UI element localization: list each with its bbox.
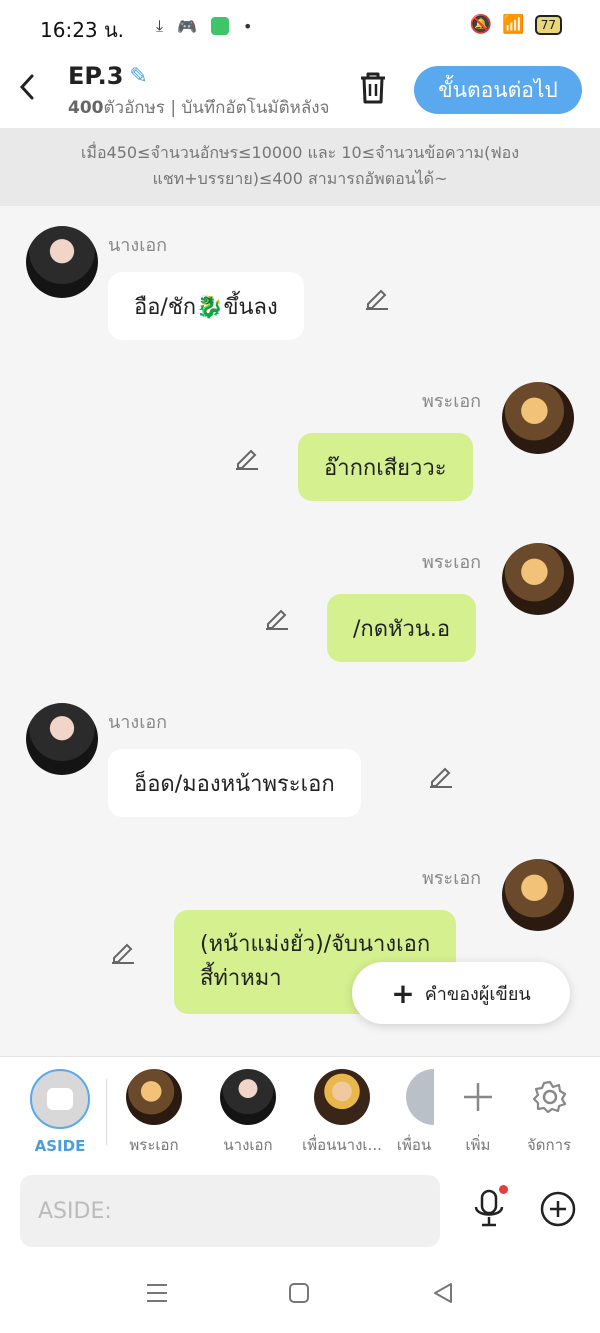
sender-name: พระเอก (422, 391, 482, 412)
avatar (126, 1069, 182, 1125)
back-nav-icon[interactable] (432, 1282, 454, 1310)
wifi-icon: 📶 (502, 14, 525, 35)
character-friend[interactable]: เพื่อน (394, 1069, 434, 1157)
plus-icon (450, 1069, 506, 1125)
manage-label: จัดการ (526, 1136, 572, 1154)
message-line: สี้ท่าหมา (200, 966, 282, 991)
notice-line-1: เมื่อ450≤จำนวนอักษร≤10000 และ 10≤จำนวนข้… (80, 143, 520, 162)
aside-icon (30, 1069, 90, 1129)
chat-area[interactable]: นางเอก อือ/ชัก🐉ขึ้นลง พระเอก อ๊ากกเสียวว… (0, 206, 600, 1056)
pencil-icon[interactable] (110, 938, 136, 964)
pencil-icon[interactable] (264, 604, 290, 630)
character-aside[interactable]: ASIDE (28, 1069, 92, 1155)
sender-name: นางเอก (108, 235, 168, 256)
pencil-icon[interactable] (364, 284, 390, 310)
title-block: EP.3 ✎ 400ตัวอักษร | บันทึกอัตโนมัติหลัง… (68, 62, 330, 121)
message-bubble[interactable]: อ็อด/มองหน้าพระเอก (108, 749, 361, 817)
input-bar (0, 1165, 600, 1260)
avatar[interactable] (502, 859, 574, 931)
menu-icon[interactable] (146, 1282, 168, 1310)
gamepad-icon: 🎮 (177, 16, 197, 36)
writer-note-label: คำของผู้เขียน (424, 983, 531, 1005)
next-step-button[interactable]: ขั้นตอนต่อไป (414, 66, 582, 114)
dot-icon: • (243, 16, 253, 36)
status-bar: 16:23 น. ⤓ 🎮 • 🔕 📶 77 (0, 0, 600, 52)
character-label: เพื่อน (396, 1136, 432, 1154)
pencil-icon[interactable]: ✎ (129, 64, 147, 89)
notice-banner: เมื่อ450≤จำนวนอักษร≤10000 และ 10≤จำนวนข้… (0, 128, 600, 206)
add-label: เพิ่ม (465, 1136, 491, 1154)
avatar (314, 1069, 370, 1125)
sender-name: นางเอก (108, 712, 168, 733)
pencil-icon[interactable] (428, 762, 454, 788)
message-input[interactable] (20, 1175, 440, 1247)
message-bubble[interactable]: อือ/ชัก🐉ขึ้นลง (108, 272, 304, 340)
back-icon[interactable] (14, 72, 40, 110)
manage-button[interactable]: จัดการ (522, 1069, 576, 1157)
writer-note-button[interactable]: + คำของผู้เขียน (352, 962, 570, 1024)
home-icon[interactable] (288, 1282, 310, 1310)
battery-icon: 77 (534, 14, 562, 35)
page-title: EP.3 (68, 62, 124, 90)
trash-icon[interactable] (356, 70, 390, 106)
status-time: 16:23 น. (40, 18, 125, 42)
subtitle: 400ตัวอักษร | บันทึกอัตโนมัติหลังจาก (68, 94, 330, 121)
character-heroine[interactable]: นางเอก (212, 1069, 284, 1157)
message-bubble[interactable]: อ๊ากกเสียววะ (298, 433, 473, 501)
avatar (220, 1069, 276, 1125)
character-bar: ASIDE พระเอก นางเอก เพื่อนนางเ... เพื่อน… (0, 1056, 600, 1166)
avatar[interactable] (26, 226, 98, 298)
sender-name: พระเอก (422, 552, 482, 573)
character-label: นางเอก (223, 1136, 273, 1154)
app-icon (211, 17, 229, 35)
system-nav-bar (0, 1260, 600, 1333)
message-bubble[interactable]: /กดหัวน.อ (327, 594, 477, 662)
char-count: 400 (68, 98, 104, 118)
message-line: (หน้าแม่งยั่ว)/จับนางเอก (200, 932, 431, 957)
mute-icon: 🔕 (469, 14, 493, 35)
avatar[interactable] (502, 543, 574, 615)
microphone-icon[interactable] (470, 1185, 508, 1229)
avatar[interactable] (502, 382, 574, 454)
character-label: ASIDE (34, 1137, 86, 1155)
avatar (406, 1069, 434, 1125)
download-icon: ⤓ (156, 16, 164, 35)
avatar[interactable] (26, 703, 98, 775)
plus-circle-icon[interactable] (540, 1191, 576, 1227)
gear-icon (522, 1069, 578, 1125)
character-hero[interactable]: พระเอก (118, 1069, 190, 1157)
pencil-icon[interactable] (234, 444, 260, 470)
notification-dot (499, 1185, 508, 1194)
plus-icon: + (391, 976, 415, 1010)
sender-name: พระเอก (422, 868, 482, 889)
subtitle-text: ตัวอักษร | บันทึกอัตโนมัติหลังจาก (103, 98, 331, 118)
add-character-button[interactable]: เพิ่ม (454, 1069, 502, 1157)
divider (106, 1079, 107, 1145)
notice-line-2: แชท+บรรยาย)≤400 สามารถอัพตอนได้~ (152, 169, 448, 188)
character-label: เพื่อนนางเ... (302, 1136, 382, 1154)
header: EP.3 ✎ 400ตัวอักษร | บันทึกอัตโนมัติหลัง… (0, 52, 600, 128)
character-label: พระเอก (129, 1136, 179, 1154)
character-heroine-friend[interactable]: เพื่อนนางเ... (300, 1069, 384, 1157)
